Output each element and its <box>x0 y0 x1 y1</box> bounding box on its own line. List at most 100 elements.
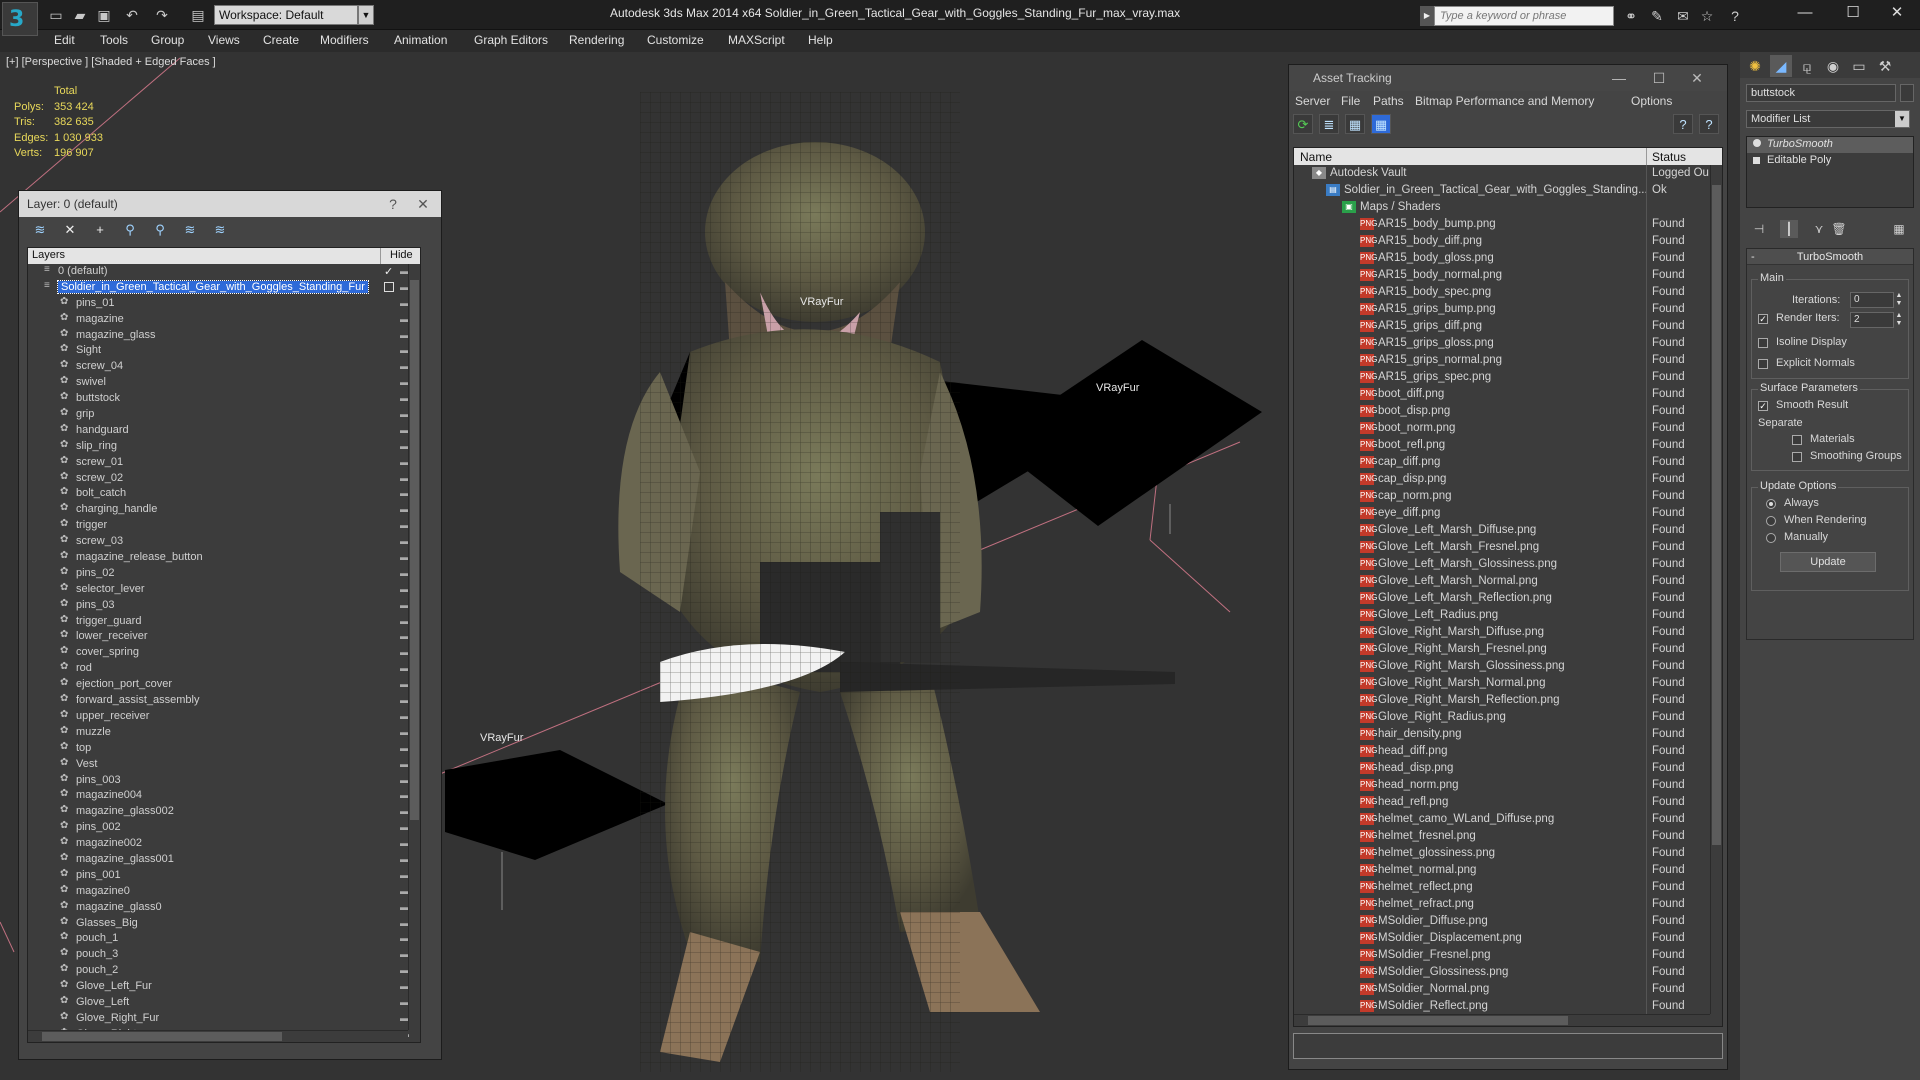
asset-file-row[interactable]: PNG Glove_Right_Radius.png Found <box>1294 709 1722 726</box>
always-radio[interactable] <box>1766 499 1776 509</box>
asset-file-row[interactable]: PNG boot_refl.png Found <box>1294 437 1722 454</box>
col-hide[interactable]: Hide <box>390 249 413 261</box>
asset-list[interactable]: Name Status ◆ Autodesk Vault Logged Ou ▤… <box>1293 147 1723 1027</box>
rollout-header[interactable]: - TurboSmooth <box>1747 249 1913 265</box>
spinner-arrows-icon[interactable]: ▲ ▼ <box>1894 292 1904 308</box>
display-tab-icon[interactable]: ▭ <box>1848 55 1870 77</box>
favorites-star-icon[interactable]: ☆ <box>1696 6 1718 26</box>
layer-object-row[interactable]: ✿ forward_assist_assembly ▬ <box>28 693 420 709</box>
update-button[interactable]: Update <box>1780 552 1876 572</box>
layer-object-row[interactable]: ✿ magazine_glass ▬ <box>28 328 420 344</box>
asset-file-row[interactable]: PNG head_disp.png Found <box>1294 760 1722 777</box>
asset-menu-server[interactable]: Server <box>1295 94 1330 108</box>
help-icon[interactable]: ? <box>1724 6 1746 26</box>
menu-tools[interactable]: Tools <box>100 33 128 47</box>
asset-file-row[interactable]: PNG AR15_body_gloss.png Found <box>1294 250 1722 267</box>
layer-object-row[interactable]: ✿ buttstock ▬ <box>28 391 420 407</box>
col-layers[interactable]: Layers <box>32 249 65 261</box>
asset-file-row[interactable]: PNG AR15_grips_gloss.png Found <box>1294 335 1722 352</box>
when-rendering-radio[interactable] <box>1766 516 1776 526</box>
binoculars-icon[interactable]: ⚭ <box>1620 6 1642 26</box>
communication-icon[interactable]: ✉ <box>1672 6 1694 26</box>
asset-menu-bitmap[interactable]: Bitmap Performance and Memory <box>1415 94 1594 108</box>
layer-object-row[interactable]: ✿ magazine_glass002 ▬ <box>28 804 420 820</box>
open-file-icon[interactable]: ▰ <box>68 4 92 26</box>
list-view-icon[interactable]: ≣ <box>1319 114 1339 134</box>
menu-views[interactable]: Views <box>208 33 240 47</box>
search-expand-icon[interactable]: ▶ <box>1420 6 1434 26</box>
layer-object-row[interactable]: ✿ magazine002 ▬ <box>28 836 420 852</box>
redo-icon[interactable]: ↷ <box>150 4 174 26</box>
expand-icon[interactable] <box>1753 157 1760 164</box>
asset-menu-file[interactable]: File <box>1341 94 1360 108</box>
checkmark-icon[interactable]: ✓ <box>384 265 393 278</box>
layer-object-row[interactable]: ✿ selector_lever ▬ <box>28 582 420 598</box>
close-button[interactable]: ✕ <box>1874 0 1920 28</box>
layer-object-row[interactable]: ✿ screw_02 ▬ <box>28 471 420 487</box>
col-status[interactable]: Status <box>1652 150 1686 164</box>
asset-file-row[interactable]: PNG Glove_Right_Marsh_Normal.png Found <box>1294 675 1722 692</box>
layer-object-row[interactable]: ✿ charging_handle ▬ <box>28 502 420 518</box>
asset-file-row[interactable]: PNG AR15_grips_normal.png Found <box>1294 352 1722 369</box>
layer-object-row[interactable]: ✿ swivel ▬ <box>28 375 420 391</box>
app-logo-button[interactable]: 3 <box>2 2 38 36</box>
layer-object-row[interactable]: ✿ magazine004 ▬ <box>28 788 420 804</box>
asset-file-row[interactable]: PNG Glove_Left_Marsh_Reflection.png Found <box>1294 590 1722 607</box>
layer-object-row[interactable]: ✿ muzzle ▬ <box>28 725 420 741</box>
modifier-list-select[interactable]: Modifier List ▼ <box>1746 110 1910 128</box>
asset-context-help-icon[interactable]: ? <box>1699 114 1719 134</box>
layer-object-row[interactable]: ✿ Glove_Left ▬ <box>28 995 420 1011</box>
asset-file-row[interactable]: PNG helmet_reflect.png Found <box>1294 879 1722 896</box>
modifier-stack[interactable]: TurboSmooth Editable Poly <box>1746 136 1914 208</box>
hide-checkbox[interactable] <box>384 281 394 292</box>
hide-all-icon[interactable]: ≋ <box>179 220 201 240</box>
project-folder-icon[interactable]: ▤ <box>186 4 210 26</box>
asset-file-row[interactable]: PNG Glove_Left_Marsh_Diffuse.png Found <box>1294 522 1722 539</box>
layer-horizontal-scrollbar[interactable] <box>28 1030 408 1042</box>
layer-object-row[interactable]: ✿ screw_04 ▬ <box>28 359 420 375</box>
thumbnail-view-icon[interactable]: ▦ <box>1345 114 1365 134</box>
layer-object-row[interactable]: ✿ pins_02 ▬ <box>28 566 420 582</box>
asset-file-row[interactable]: PNG boot_norm.png Found <box>1294 420 1722 437</box>
new-scene-icon[interactable]: ▭ <box>44 4 68 26</box>
layer-object-row[interactable]: ✿ ejection_port_cover ▬ <box>28 677 420 693</box>
menu-help[interactable]: Help <box>808 33 833 47</box>
motion-tab-icon[interactable]: ◉ <box>1822 55 1844 77</box>
stack-item-turbosmooth[interactable]: TurboSmooth <box>1747 137 1913 153</box>
layer-object-row[interactable]: ✿ upper_receiver ▬ <box>28 709 420 725</box>
asset-file-row[interactable]: PNG head_diff.png Found <box>1294 743 1722 760</box>
viewport-label[interactable]: [+] [Perspective ] [Shaded + Edged Faces… <box>6 56 216 68</box>
scroll-thumb[interactable] <box>42 1032 282 1041</box>
asset-file-row[interactable]: PNG AR15_grips_spec.png Found <box>1294 369 1722 386</box>
asset-file-row[interactable]: PNG MSoldier_Displacement.png Found <box>1294 930 1722 947</box>
asset-file-row[interactable]: PNG Glove_Right_Marsh_Fresnel.png Found <box>1294 641 1722 658</box>
menu-animation[interactable]: Animation <box>394 33 447 47</box>
asset-file-row[interactable]: PNG boot_diff.png Found <box>1294 386 1722 403</box>
bulb-icon[interactable] <box>1753 139 1761 147</box>
delete-layer-icon[interactable]: ✕ <box>59 220 81 240</box>
layer-object-row[interactable]: ✿ slip_ring ▬ <box>28 439 420 455</box>
smooth-result-checkbox[interactable]: ✓ <box>1758 401 1768 411</box>
isoline-checkbox[interactable] <box>1758 338 1768 348</box>
layer-object-row[interactable]: ✿ pouch_3 ▬ <box>28 947 420 963</box>
iterations-spinner[interactable]: 0 <box>1850 292 1894 308</box>
asset-file-row[interactable]: PNG boot_disp.png Found <box>1294 403 1722 420</box>
asset-file-row[interactable]: PNG Glove_Right_Marsh_Glossiness.png Found <box>1294 658 1722 675</box>
layer-object-row[interactable]: ✿ screw_01 ▬ <box>28 455 420 471</box>
layer-object-row[interactable]: ✿ pins_01 ▬ <box>28 296 420 312</box>
asset-row-scene-file[interactable]: ▤ Soldier_in_Green_Tactical_Gear_with_Go… <box>1294 182 1722 199</box>
asset-file-row[interactable]: PNG MSoldier_Normal.png Found <box>1294 981 1722 998</box>
explicit-normals-checkbox[interactable] <box>1758 359 1768 369</box>
asset-help-icon[interactable]: ? <box>1673 114 1693 134</box>
object-color-swatch[interactable] <box>1900 84 1914 102</box>
layer-object-row[interactable]: ✿ screw_03 ▬ <box>28 534 420 550</box>
object-name-field[interactable]: buttstock <box>1746 84 1896 102</box>
asset-file-row[interactable]: PNG helmet_glossiness.png Found <box>1294 845 1722 862</box>
layer-object-row[interactable]: ✿ magazine ▬ <box>28 312 420 328</box>
maximize-button[interactable]: ☐ <box>1830 0 1876 28</box>
layer-object-row[interactable]: ✿ Glove_Right_Fur ▬ <box>28 1011 420 1027</box>
layer-object-row[interactable]: ✿ pouch_1 ▬ <box>28 931 420 947</box>
chevron-down-icon[interactable]: ▼ <box>358 5 374 25</box>
materials-checkbox[interactable] <box>1792 435 1802 445</box>
layer-object-row[interactable]: ✿ pins_03 ▬ <box>28 598 420 614</box>
